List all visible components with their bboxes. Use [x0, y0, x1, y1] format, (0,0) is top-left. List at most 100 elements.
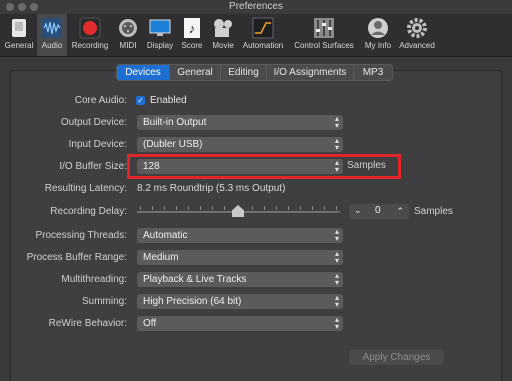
up-down-chevron-icon: ▴ ▾	[334, 293, 339, 309]
multithreading-value: Playback & Live Tracks	[143, 274, 247, 285]
process-buffer-range-value: Medium	[143, 252, 179, 263]
slider-tick	[140, 206, 141, 210]
resulting-latency-label: Resulting Latency:	[44, 183, 127, 194]
toolbar-score[interactable]: ♪ Score	[178, 14, 206, 56]
slider-tick	[212, 206, 213, 210]
input-device-label: Input Device:	[68, 139, 127, 150]
processing-threads-popup[interactable]: Automatic ▴ ▾	[137, 228, 343, 243]
preferences-toolbar: General Audio Recording MIDI Display ♪ S…	[0, 14, 512, 57]
input-device-value: (Dubler USB)	[143, 139, 203, 150]
processing-threads-value: Automatic	[143, 230, 188, 241]
slider-tick	[264, 206, 265, 210]
toolbar-label: Automation	[242, 41, 284, 50]
toolbar-label: Advanced	[399, 41, 435, 50]
slider-tick	[324, 206, 325, 210]
slider-tick	[200, 206, 201, 210]
rewire-behavior-value: Off	[143, 318, 157, 329]
slider-tick	[224, 206, 225, 210]
movie-icon	[214, 19, 232, 37]
toolbar-my-info[interactable]: My Info	[362, 14, 394, 56]
slider-tick	[276, 206, 277, 210]
toolbar-automation[interactable]: Automation	[240, 14, 286, 56]
input-device-popup[interactable]: (Dubler USB) ▴ ▾	[137, 137, 343, 152]
record-icon	[79, 17, 101, 39]
midi-icon	[119, 19, 137, 37]
toolbar-midi[interactable]: MIDI	[114, 14, 142, 56]
core-audio-label: Core Audio:	[74, 95, 127, 106]
recording-delay-label: Recording Delay:	[50, 206, 127, 217]
control-surfaces-icon	[314, 18, 334, 38]
svg-text:♪: ♪	[189, 21, 196, 36]
toolbar-general[interactable]: General	[2, 14, 36, 56]
gear-icon	[407, 18, 427, 38]
window-title: Preferences	[229, 1, 283, 12]
process-buffer-range-popup[interactable]: Medium ▴ ▾	[137, 250, 343, 265]
automation-icon	[252, 17, 274, 39]
slider-tick	[300, 206, 301, 210]
core-audio-enabled-label: Enabled	[150, 95, 187, 106]
rewire-behavior-label: ReWire Behavior:	[48, 318, 127, 329]
tab-editing[interactable]: Editing	[221, 65, 267, 80]
decrement-chevron-icon[interactable]: ⌄	[354, 205, 362, 216]
toolbar-label: Recording	[71, 41, 109, 50]
io-buffer-size-label: I/O Buffer Size:	[59, 161, 127, 172]
multithreading-label: Multithreading:	[61, 274, 127, 285]
toolbar-label: Display	[146, 41, 174, 50]
multithreading-popup[interactable]: Playback & Live Tracks ▴ ▾	[137, 272, 343, 287]
display-icon	[149, 19, 171, 36]
slider-tick	[336, 206, 337, 210]
up-down-chevron-icon: ▴ ▾	[334, 136, 339, 152]
slider-tick	[252, 206, 253, 210]
toolbar-label: Movie	[212, 41, 234, 50]
toolbar-label: General	[4, 41, 34, 50]
process-buffer-range-label: Process Buffer Range:	[26, 252, 127, 263]
tab-io-assignments[interactable]: I/O Assignments	[267, 65, 354, 80]
toolbar-audio[interactable]: Audio	[37, 14, 67, 56]
toolbar-control-surfaces[interactable]: Control Surfaces	[290, 14, 358, 56]
slider-tick	[312, 206, 313, 210]
toolbar-label: MIDI	[119, 41, 137, 50]
toolbar-recording[interactable]: Recording	[68, 14, 112, 56]
tab-devices[interactable]: Devices	[117, 65, 170, 80]
score-icon: ♪	[184, 18, 200, 38]
recording-delay-value: 0	[375, 205, 381, 216]
slider-tick	[152, 206, 153, 210]
title-bar: Preferences	[0, 0, 512, 14]
output-device-label: Output Device:	[60, 117, 127, 128]
toolbar-label: Audio	[41, 41, 63, 50]
waveform-icon	[42, 18, 62, 38]
slider-tick	[288, 206, 289, 210]
output-device-value: Built-in Output	[143, 117, 207, 128]
tab-bar: Devices General Editing I/O Assignments …	[116, 64, 393, 81]
processing-threads-label: Processing Threads:	[35, 230, 127, 241]
increment-chevron-icon[interactable]: ⌃	[396, 206, 404, 217]
slider-tick	[188, 206, 189, 210]
slider-tick	[176, 206, 177, 210]
summing-popup[interactable]: High Precision (64 bit) ▴ ▾	[137, 294, 343, 309]
toolbar-label: Control Surfaces	[294, 41, 354, 50]
resulting-latency-value: 8.2 ms Roundtrip (5.3 ms Output)	[137, 183, 286, 194]
up-down-chevron-icon: ▴ ▾	[334, 271, 339, 287]
recording-delay-unit: Samples	[414, 206, 453, 217]
up-down-chevron-icon: ▴ ▾	[334, 315, 339, 331]
toolbar-display[interactable]: Display	[144, 14, 176, 56]
tab-general[interactable]: General	[170, 65, 221, 80]
up-down-chevron-icon: ▴ ▾	[334, 114, 339, 130]
user-icon	[368, 18, 388, 38]
summing-value: High Precision (64 bit)	[143, 296, 242, 307]
up-down-chevron-icon: ▴ ▾	[334, 249, 339, 265]
slider-tick	[164, 206, 165, 210]
output-device-popup[interactable]: Built-in Output ▴ ▾	[137, 115, 343, 130]
rewire-behavior-popup[interactable]: Off ▴ ▾	[137, 316, 343, 331]
switch-icon	[12, 19, 26, 37]
recording-delay-stepper[interactable]: ⌄ 0 ⌃	[349, 204, 409, 219]
apply-changes-button[interactable]: Apply Changes	[349, 350, 444, 365]
toolbar-advanced[interactable]: Advanced	[396, 14, 438, 56]
summing-label: Summing:	[81, 296, 127, 307]
toolbar-label: My Info	[364, 41, 392, 50]
tab-mp3[interactable]: MP3	[354, 65, 392, 80]
toolbar-movie[interactable]: Movie	[208, 14, 238, 56]
up-down-chevron-icon: ▴ ▾	[334, 227, 339, 243]
core-audio-checkbox[interactable]: ✓	[136, 96, 145, 105]
annotation-highlight-box	[127, 154, 401, 179]
